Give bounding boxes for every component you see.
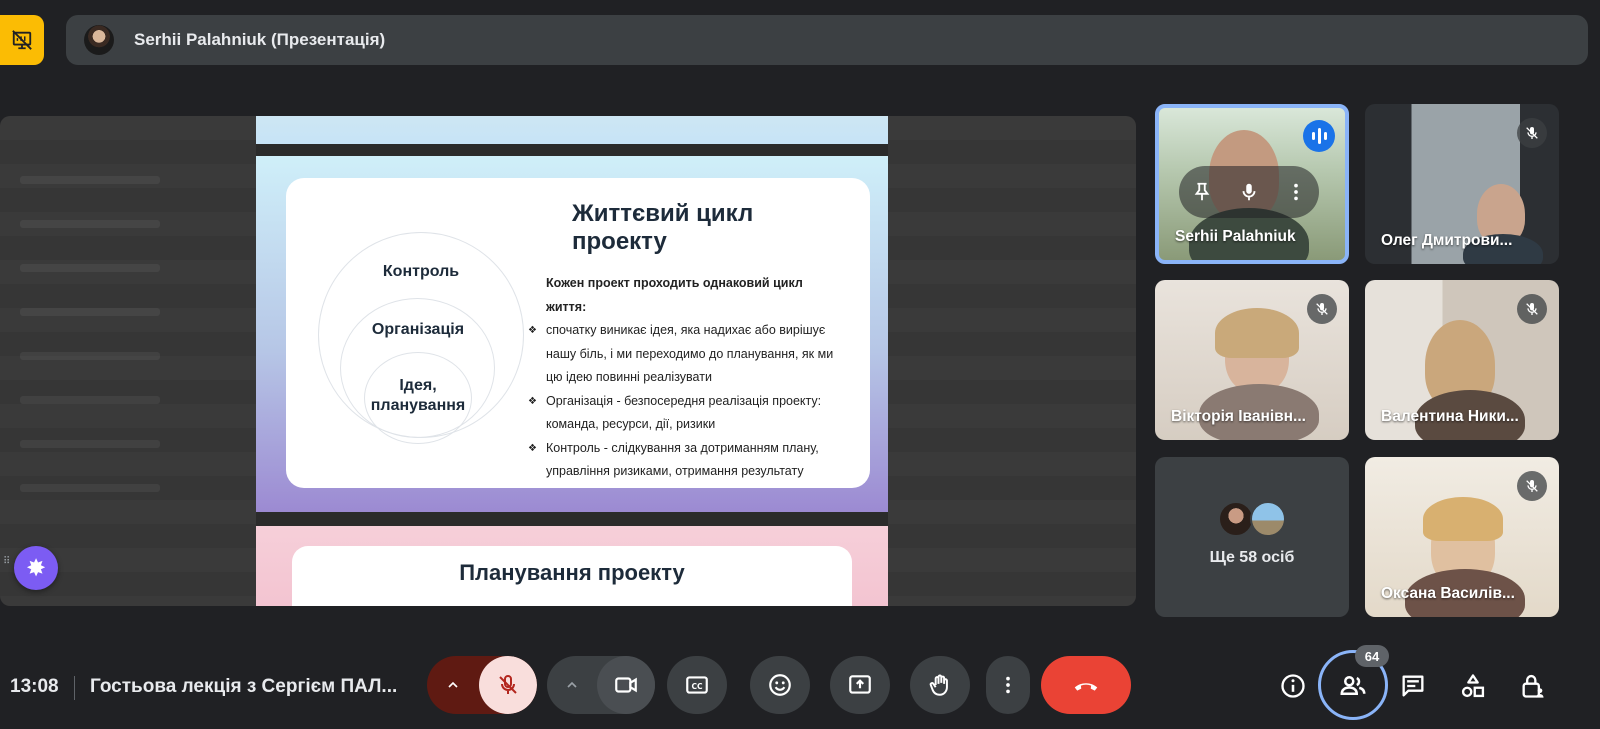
mic-off-icon — [499, 675, 517, 694]
participant-name: Оксана Василів... — [1381, 585, 1515, 602]
emoji-icon — [769, 674, 791, 696]
slide-title: Життєвий цикл проекту — [572, 200, 754, 255]
svg-text:CC: CC — [691, 682, 703, 691]
chevron-up-icon — [448, 681, 458, 688]
participant-tile-oksana[interactable]: Оксана Василів... — [1365, 457, 1559, 617]
present-screen-button[interactable] — [830, 656, 890, 714]
reactions-button[interactable] — [750, 656, 810, 714]
muted-icon — [1517, 294, 1547, 324]
slide-card: Життєвий цикл проекту Контроль Організац… — [286, 178, 870, 488]
people-count-badge: 64 — [1355, 645, 1389, 667]
previous-slide — [256, 116, 888, 144]
drag-handle-icon[interactable]: ⠿ — [3, 557, 10, 567]
circle-label-organization: Організація — [371, 321, 465, 338]
more-participants-tile[interactable]: Ще 58 осіб — [1155, 457, 1349, 617]
slide-bullet: Контроль - слідкування за дотриманням пл… — [528, 437, 840, 484]
muted-icon — [1307, 294, 1337, 324]
audio-settings-button[interactable] — [427, 656, 479, 714]
camera-control-group — [547, 656, 655, 714]
more-options-button[interactable] — [986, 656, 1030, 714]
slide-bullet: спочатку виникає ідея, яка надихає або в… — [528, 319, 840, 390]
more-participants-label: Ще 58 осіб — [1209, 549, 1295, 566]
tile-hover-controls — [1179, 166, 1319, 218]
presentation-indicator[interactable] — [0, 15, 44, 65]
participant-avatar — [1250, 501, 1286, 537]
presentation-title: Serhii Palahniuk (Презентація) — [134, 30, 386, 49]
participant-tile-oleh[interactable]: Олег Дмитрови... — [1365, 104, 1559, 264]
slide-bullet: Організація - безпосередня реалізація пр… — [528, 390, 840, 437]
more-options-icon[interactable] — [1285, 181, 1307, 203]
people-icon — [1340, 676, 1366, 695]
circle-label-control: Контроль — [382, 263, 460, 280]
participant-name: Вікторія Іванівн... — [1171, 408, 1306, 425]
sparkle-icon: ✸ — [25, 554, 47, 582]
video-camera-icon — [615, 677, 637, 693]
stop-presenting-icon — [12, 30, 32, 50]
info-icon — [1281, 674, 1305, 698]
presentation-header: Serhii Palahniuk (Презентація) — [66, 15, 1588, 65]
chat-button[interactable] — [1397, 670, 1429, 702]
leave-call-button[interactable] — [1041, 656, 1131, 714]
circle-label-idea: Ідея, — [399, 377, 437, 394]
activities-button[interactable] — [1457, 670, 1489, 702]
activities-icon — [1461, 674, 1485, 698]
effects-button[interactable]: ✸ — [14, 546, 58, 590]
present-screen-icon — [849, 675, 871, 694]
captions-button[interactable]: CC — [667, 656, 727, 714]
meeting-clock: 13:08 — [10, 676, 59, 697]
current-slide: Життєвий цикл проекту Контроль Організац… — [256, 156, 888, 512]
raise-hand-icon — [929, 674, 948, 696]
circle-label-planning: планування — [370, 397, 466, 414]
video-settings-button[interactable] — [547, 677, 597, 693]
microphone-toggle-button[interactable] — [479, 656, 537, 714]
camera-toggle-button[interactable] — [597, 656, 655, 714]
chevron-up-icon — [567, 681, 577, 688]
slide-body: Кожен проект проходить однаковий цикл жи… — [528, 272, 840, 484]
muted-icon — [1517, 118, 1547, 148]
presenter-avatar — [84, 25, 114, 55]
next-slide: Планування проекту — [256, 526, 888, 606]
meet-window: Serhii Palahniuk (Презентація) Життєвий … — [0, 0, 1600, 729]
microphone-icon[interactable] — [1238, 181, 1260, 203]
closed-captions-icon: CC — [686, 676, 708, 694]
speaking-indicator-icon — [1303, 120, 1335, 152]
chat-icon — [1402, 675, 1424, 697]
participant-tile-viktoria[interactable]: Вікторія Іванівн... — [1155, 280, 1349, 440]
hang-up-icon — [1074, 683, 1098, 691]
lock-person-icon — [1522, 674, 1544, 698]
participant-avatar — [1218, 501, 1254, 537]
host-controls-button[interactable] — [1517, 670, 1549, 702]
meeting-title: Гостьова лекція з Сергієм ПАЛ... — [90, 676, 398, 697]
shared-screen[interactable]: Життєвий цикл проекту Контроль Організац… — [0, 116, 1136, 606]
background-app-sidebar — [20, 176, 160, 528]
microphone-control-group — [427, 656, 537, 714]
participant-tile-serhii[interactable]: Serhii Palahniuk — [1155, 104, 1349, 264]
pin-icon[interactable] — [1191, 181, 1213, 203]
more-vertical-icon — [1006, 676, 1010, 694]
meeting-details-button[interactable] — [1277, 670, 1309, 702]
participant-name: Валентина Ники... — [1381, 408, 1519, 425]
raise-hand-button[interactable] — [910, 656, 970, 714]
slide-viewer: Життєвий цикл проекту Контроль Організац… — [256, 116, 888, 606]
divider — [74, 676, 75, 700]
slide-intro: Кожен проект проходить однаковий цикл жи… — [546, 276, 803, 314]
next-slide-title: Планування проекту — [459, 560, 685, 585]
muted-icon — [1517, 471, 1547, 501]
participant-name: Serhii Palahniuk — [1175, 228, 1296, 245]
participant-tile-valentyna[interactable]: Валентина Ники... — [1365, 280, 1559, 440]
participant-name: Олег Дмитрови... — [1381, 232, 1513, 249]
